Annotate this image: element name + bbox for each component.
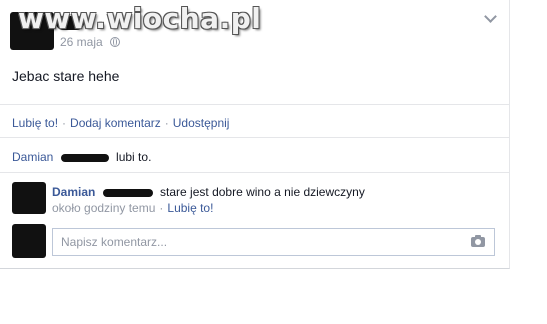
chevron-down-icon[interactable] [484,10,497,23]
comment-body: Damian stare jest dobre wino a nie dziew… [52,184,365,200]
watermark: www.wiocha.pl [18,2,262,35]
likes-suffix: lubi to. [116,150,152,164]
camera-icon[interactable] [471,235,485,247]
add-comment-link[interactable]: Dodaj komentarz [70,116,161,130]
post-actions: Lubię to! · Dodaj komentarz · Udostępnij [12,116,229,130]
divider [0,172,509,173]
likes-summary: Damian lubi to. [12,150,151,164]
liker-name[interactable]: Damian [12,150,53,164]
separator: · [159,201,164,215]
separator: · [62,116,67,130]
comment-time[interactable]: około godziny temu [52,201,155,215]
share-link[interactable]: Udostępnij [173,116,230,130]
divider [0,137,509,138]
like-link[interactable]: Lubię to! [12,116,58,130]
comment-meta: około godziny temu · Lubię to! [52,200,365,216]
separator: · [164,116,169,130]
post-text: Jebac stare hehe [12,68,120,84]
post-card: www.wiocha.pl 26 maja Jebac stare hehe L… [0,0,510,269]
redacted-surname [102,188,153,197]
comment-text: stare jest dobre wino a nie dziewczyny [160,185,365,199]
globe-icon [110,37,121,47]
current-user-avatar[interactable] [12,224,46,258]
redacted-surname [60,153,109,162]
post-date[interactable]: 26 maja [60,35,103,49]
divider [0,104,509,105]
comment-like-link[interactable]: Lubię to! [167,201,213,215]
comment: Damian stare jest dobre wino a nie dziew… [52,184,365,216]
comment-input[interactable]: Napisz komentarz... [52,228,495,256]
comment-input-placeholder: Napisz komentarz... [61,235,168,249]
commenter-avatar[interactable] [12,182,46,214]
post-meta: 26 maja [60,35,121,49]
comment-author[interactable]: Damian [52,185,95,199]
